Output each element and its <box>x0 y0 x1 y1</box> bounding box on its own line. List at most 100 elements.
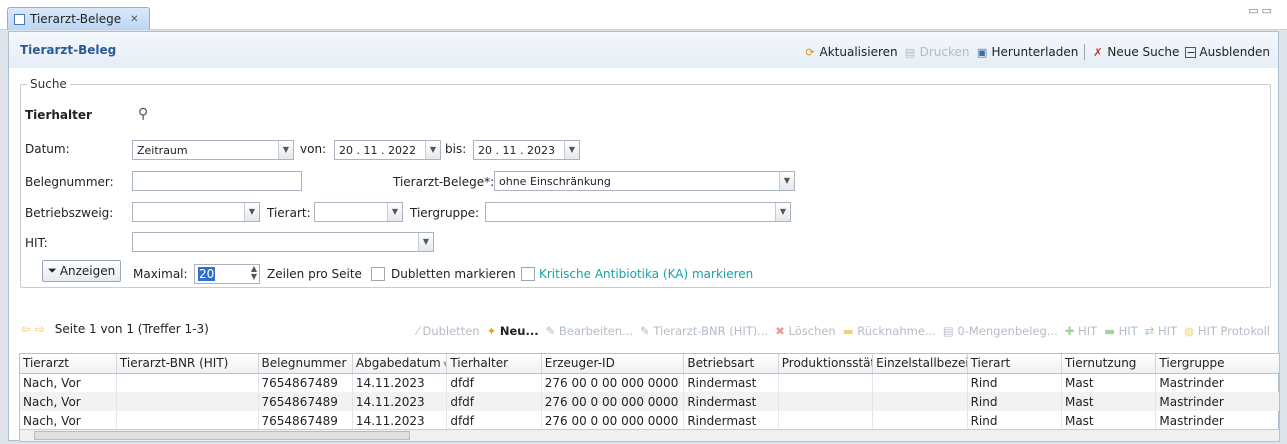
download-icon: ▣ <box>976 45 988 59</box>
ruecknahme-button[interactable]: ▬ Rücknahme... <box>843 324 936 338</box>
col-tierarzt-bnr[interactable]: Tierarzt-BNR (HIT) <box>116 354 259 374</box>
dropdown-icon: ▼ <box>564 141 579 159</box>
col-tiernutzung[interactable]: Tiernutzung <box>1061 354 1157 374</box>
edit-button[interactable]: ✎ Bearbeiten... <box>546 324 633 338</box>
hit-select[interactable]: ▼ <box>132 232 434 252</box>
bnr-label: Tierarzt-BNR (HIT)... <box>653 324 769 338</box>
refresh-button[interactable]: ⟳ Aktualisieren <box>804 45 898 59</box>
betriebszweig-select[interactable]: ▼ <box>132 202 260 222</box>
nullmenge-button[interactable]: ▤ 0-Mengenbeleg... <box>943 324 1058 338</box>
horizontal-scrollbar[interactable] <box>20 429 1279 441</box>
window-controls[interactable]: ▭▭ <box>1248 4 1275 17</box>
betriebszweig-label: Betriebszweig: <box>25 206 114 220</box>
col-tierhalter[interactable]: Tierhalter <box>446 354 542 374</box>
cell <box>116 392 259 411</box>
cell: Nach, Vor <box>20 411 117 430</box>
dubletten-checkbox[interactable] <box>371 267 385 281</box>
table-row[interactable]: Nach, Vor 7654867489 14.11.2023 dfdf 276 00 … <box>20 411 1279 430</box>
datum-label: Datum: <box>25 142 70 156</box>
sync-icon: ⇄ <box>1144 324 1155 338</box>
anzeigen-button[interactable]: ⏷ Anzeigen <box>42 260 122 282</box>
print-icon: ▤ <box>904 45 916 59</box>
cell <box>778 392 874 411</box>
bnr-button[interactable]: ✎ Tierarzt-BNR (HIT)... <box>640 324 768 338</box>
von-value: 20 . 11 . 2022 <box>339 144 416 157</box>
hit-sync-label: HIT <box>1158 324 1178 338</box>
col-tiergruppe[interactable]: Tiergruppe <box>1155 354 1279 374</box>
zeilen-label: Zeilen pro Seite <box>267 267 362 281</box>
nullmenge-label: 0-Mengenbeleg... <box>957 324 1058 338</box>
belegnummer-input[interactable] <box>132 171 302 191</box>
print-button[interactable]: ▤ Drucken <box>904 45 970 59</box>
cell: 7654867489 <box>258 392 353 411</box>
dropdown-icon: ▼ <box>418 233 433 251</box>
table-row[interactable]: Nach, Vor 7654867489 14.11.2023 dfdf 276 00 … <box>20 373 1279 392</box>
dropdown-icon: ▼ <box>244 203 259 221</box>
search-legend: Suche <box>30 77 67 91</box>
cell <box>778 373 874 392</box>
tiergruppe-select[interactable]: ▼ <box>485 202 791 222</box>
delete-button[interactable]: ✖ Löschen <box>775 324 836 338</box>
table-row[interactable]: Nach, Vor 7654867489 14.11.2023 dfdf 276 00 … <box>20 392 1279 411</box>
col-tierarzt[interactable]: Tierarzt <box>20 354 117 374</box>
datum-select[interactable]: Zeitraum ▼ <box>132 140 294 160</box>
cell <box>872 392 968 411</box>
cell <box>872 373 968 392</box>
grid-header-row: Tierarzt Tierarzt-BNR (HIT) Belegnummer … <box>20 354 1279 374</box>
von-date[interactable]: 20 . 11 . 2022 ▼ <box>334 140 441 160</box>
col-erzeuger-id[interactable]: Erzeuger-ID <box>541 354 685 374</box>
next-page-icon[interactable]: ⇨ <box>35 322 45 336</box>
cell: 7654867489 <box>258 411 353 430</box>
new-search-button[interactable]: ✗ Neue Suche <box>1091 45 1179 59</box>
download-button[interactable]: ▣ Herunterladen <box>976 45 1079 59</box>
cell <box>778 411 874 430</box>
new-button[interactable]: ✦ Neu... <box>487 324 539 338</box>
prev-page-icon[interactable]: ⇦ <box>21 322 31 336</box>
hit-protokoll-button[interactable]: ◍ HIT Protokoll <box>1184 324 1270 338</box>
cell: Nach, Vor <box>20 392 117 411</box>
hide-button[interactable]: − Ausblenden <box>1185 45 1270 59</box>
clear-filter-icon: ✗ <box>1093 45 1103 59</box>
maximal-stepper[interactable]: 20 ▲ ▼ <box>194 264 260 284</box>
search-icon[interactable]: ⚲ <box>138 106 148 122</box>
close-icon[interactable]: ✕ <box>130 14 138 25</box>
col-produktionsstaette[interactable]: Produktionsstät <box>778 354 874 374</box>
col-betriebsart[interactable]: Betriebsart <box>683 354 779 374</box>
cell: Mastrinder <box>1155 392 1279 411</box>
bis-date[interactable]: 20 . 11 . 2023 ▼ <box>473 140 580 160</box>
col-einzelstall[interactable]: Einzelstallbezeic <box>872 354 968 374</box>
dubletten-label: Dubletten markieren <box>391 267 516 281</box>
hit-protokoll-label: HIT Protokoll <box>1197 324 1270 338</box>
new-label: Neu... <box>499 324 539 338</box>
panel-title: Tierarzt-Beleg <box>20 43 117 57</box>
refresh-label: Aktualisieren <box>819 45 898 59</box>
col-tierart[interactable]: Tierart <box>967 354 1062 374</box>
cell <box>116 373 259 392</box>
hit-add-label: HIT <box>1078 324 1098 338</box>
col-abgabedatum[interactable]: Abgabedatum ▼ <box>352 354 448 374</box>
cell: Mastrinder <box>1155 411 1279 430</box>
scrollbar-thumb[interactable] <box>34 431 410 440</box>
hit-sync-button[interactable]: ⇄ HIT <box>1145 324 1177 338</box>
tierart-select[interactable]: ▼ <box>314 202 403 222</box>
cell: Mast <box>1061 392 1157 411</box>
tierart-label: Tierart: <box>267 206 311 220</box>
col-belegnummer[interactable]: Belegnummer <box>258 354 353 374</box>
bis-label: bis: <box>445 142 467 156</box>
main-panel: Tierarzt-Beleg ⟳ Aktualisieren ▤ Drucken ▣… <box>8 31 1280 442</box>
hit-add-button[interactable]: ✚ HIT <box>1065 324 1097 338</box>
tab-tierarzt-belege[interactable]: Tierarzt-Belege ✕ <box>7 7 150 30</box>
cell: Rindermast <box>683 411 779 430</box>
dubletten-button[interactable]: ⁄ Dubletten <box>417 324 480 338</box>
belegnummer-label: Belegnummer: <box>25 175 114 189</box>
kritische-checkbox[interactable] <box>521 267 535 281</box>
tierhalter-label: Tierhalter <box>25 108 92 122</box>
cell: Nach, Vor <box>20 373 117 392</box>
bis-value: 20 . 11 . 2023 <box>478 144 555 157</box>
dubletten-tool-label: Dubletten <box>422 324 480 338</box>
tierarzt-belege-select[interactable]: ohne Einschränkung ▼ <box>494 171 795 191</box>
filter-icon: ⏷ <box>48 264 57 277</box>
hit-remove-button[interactable]: ▬ HIT <box>1104 324 1138 338</box>
hit-remove-label: HIT <box>1118 324 1138 338</box>
download-label: Herunterladen <box>991 45 1079 59</box>
